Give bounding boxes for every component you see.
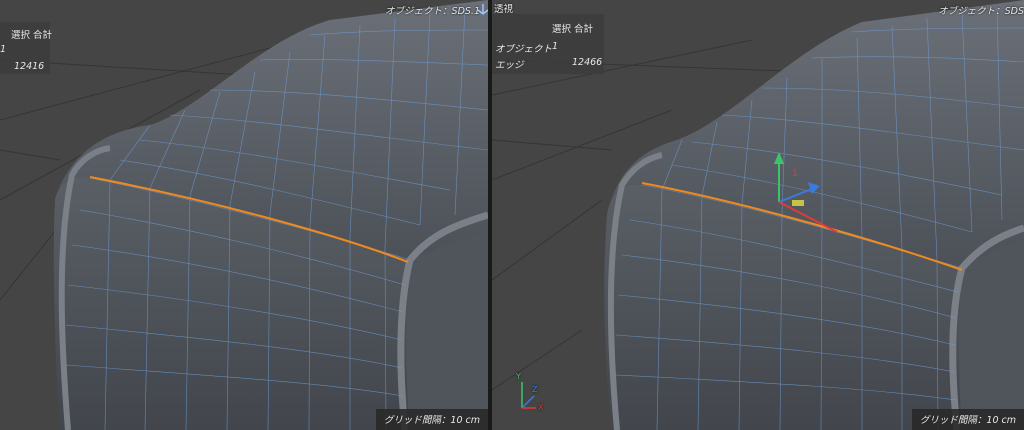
stats-header: 選択 合計 (11, 30, 53, 41)
axis-x-label: X (538, 403, 544, 412)
grid-spacing-label: グリッド間隔：10 cm (911, 409, 1024, 430)
grid-spacing-label: グリッド間隔：10 cm (375, 409, 488, 430)
viewport-scene[interactable] (0, 0, 488, 430)
stats-edge-count: 12416 (14, 61, 45, 72)
axis-icon (477, 4, 488, 15)
side-face (958, 240, 1024, 430)
stats-object-count: 1 (552, 41, 559, 52)
selection-stats-panel: 選択 合計 オブジェクト 1 エッジ 12466 (492, 14, 604, 74)
left-viewport[interactable]: オブジェクト：SDS.1 選択 合計 1 12416 グリッド間隔：10 cm (0, 0, 488, 430)
stats-edge-label: エッジ (495, 60, 524, 71)
right-viewport[interactable]: 1 透視 オブジェクト：SDS 選択 合計 オブジェクト 1 エッジ 12466… (492, 0, 1024, 430)
side-face (406, 230, 488, 430)
view-name-label[interactable]: 透視 (494, 1, 513, 15)
stats-object-count: 1 (0, 44, 7, 55)
stats-header: 選択 合計 (552, 24, 594, 35)
axis-y-label: Y (516, 372, 521, 381)
selection-stats-panel: 選択 合計 1 12416 (0, 22, 53, 74)
svg-text:1: 1 (792, 169, 798, 179)
axis-z-label: Z (532, 385, 538, 394)
stats-edge-count: 12466 (572, 57, 603, 68)
object-name-label: オブジェクト：SDS (938, 6, 1024, 17)
stats-object-label: オブジェクト (495, 44, 553, 55)
object-name-label: オブジェクト：SDS.1 (385, 6, 480, 17)
